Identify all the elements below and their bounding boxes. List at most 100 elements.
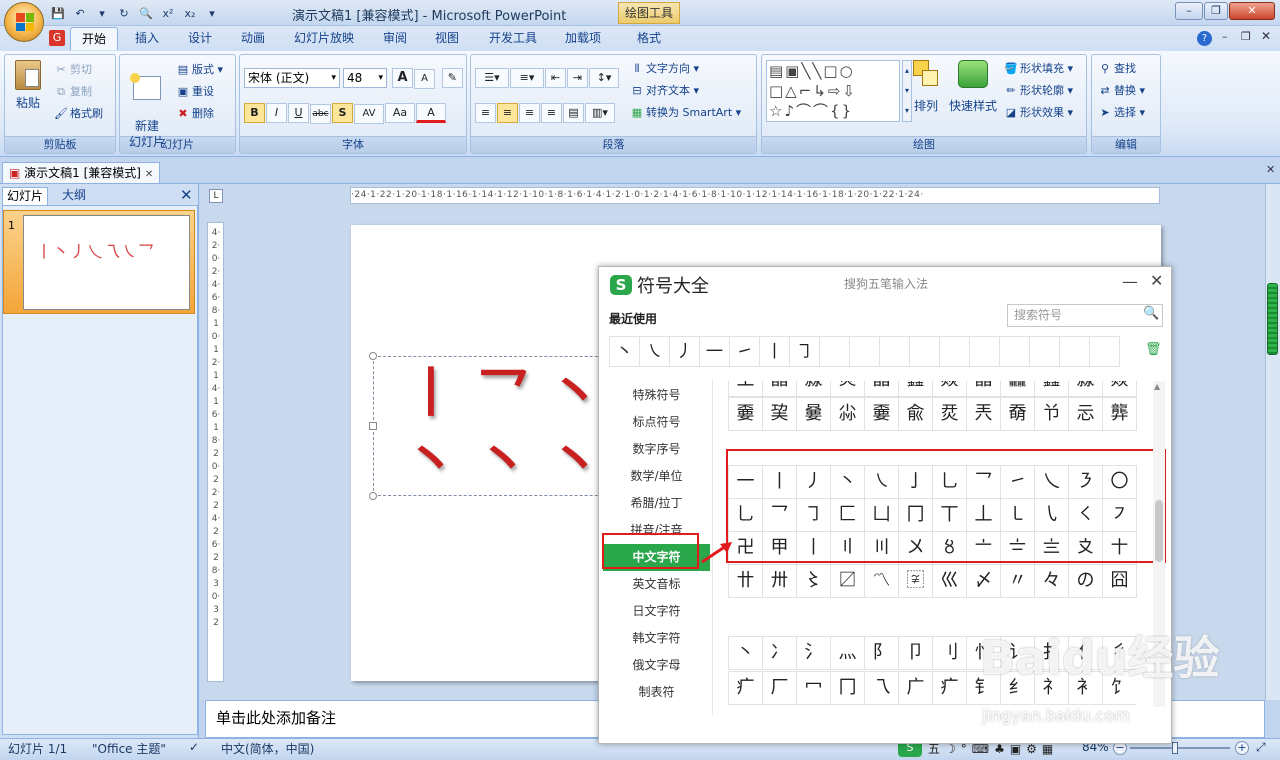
italic-button[interactable]: I [266, 103, 287, 123]
symbol-cell[interactable]: 〻 [796, 564, 831, 598]
trash-icon[interactable]: 🗑 [1145, 342, 1162, 357]
symbol-cell[interactable]: 焱 [1102, 381, 1137, 397]
change-case-button[interactable]: Aa [385, 103, 415, 123]
category-item[interactable]: 英文音标 [603, 571, 710, 598]
align-left-icon[interactable]: ≡ [475, 103, 496, 123]
ribbon-minimize-icon[interactable]: – [1222, 30, 1228, 43]
category-item[interactable]: 俄文字母 [603, 652, 710, 679]
quick-styles-button[interactable]: 快速样式 [947, 60, 999, 114]
symbol-cell[interactable]: 淼 [796, 381, 831, 397]
smartart-button[interactable]: ▦ 转换为 SmartArt ▾ [630, 104, 741, 120]
symbol-cell[interactable]: 焱 [932, 381, 967, 397]
symbol-scroll-thumb[interactable] [1155, 500, 1163, 562]
shapes-gallery[interactable]: ▤▣╲╲□○ □△⌐↳⇨⇩ ☆♪⌒⌒{} [766, 60, 900, 122]
recent-symbol[interactable] [849, 336, 880, 367]
symbol-cell[interactable]: 鑫 [898, 381, 933, 397]
recent-symbol[interactable] [879, 336, 910, 367]
save-icon[interactable]: 💾 [50, 7, 66, 20]
symbol-cell[interactable]: 〃 [1000, 564, 1035, 598]
recent-symbol[interactable] [999, 336, 1030, 367]
close-icon[interactable]: ✕ [145, 169, 153, 180]
pane-close-icon[interactable]: ✕ [180, 186, 193, 204]
delete-slide-button[interactable]: ✖ 删除 [176, 105, 214, 121]
symbol-cell[interactable]: 烎 [932, 397, 967, 431]
category-item[interactable]: 特殊符号 [603, 382, 710, 409]
recent-symbol[interactable] [939, 336, 970, 367]
ribbon-restore-icon[interactable]: ❐ [1241, 30, 1251, 43]
bullets-icon[interactable]: ☰▾ [475, 68, 509, 88]
columns-icon[interactable]: ▥▾ [585, 103, 615, 123]
symbol-cell[interactable]: 炎 [830, 381, 865, 397]
status-language[interactable]: 中文(简体，中国) [221, 740, 314, 757]
increase-indent-icon[interactable]: ⇥ [567, 68, 588, 88]
spellcheck-icon[interactable]: ✓ [189, 740, 199, 754]
tab-addins[interactable]: 加载项 [554, 27, 612, 50]
symbol-cell[interactable]: 阝 [864, 636, 899, 670]
copy-button[interactable]: ⧉ 复制 [54, 83, 92, 99]
symbol-cell[interactable]: 〾 [898, 564, 933, 598]
recent-symbol[interactable] [909, 336, 940, 367]
doc-close-icon[interactable]: ✕ [1266, 163, 1275, 176]
symbol-cell[interactable]: 丶 [728, 636, 763, 670]
category-item[interactable]: 韩文字符 [603, 625, 710, 652]
scroll-thumb[interactable] [1267, 283, 1278, 355]
symbol-cell[interactable]: 卩 [898, 636, 933, 670]
cut-button[interactable]: ✂ 剪切 [54, 61, 92, 77]
tab-slides[interactable]: 幻灯片 [2, 187, 48, 205]
char-spacing-button[interactable]: AV [354, 104, 384, 124]
symbol-cell[interactable]: 〺 [762, 564, 797, 598]
font-size-select[interactable]: 48 ▾ [343, 68, 387, 88]
search-icon[interactable]: 🔍 [1143, 306, 1159, 321]
symbol-cell[interactable]: 晶 [864, 381, 899, 397]
tab-animation[interactable]: 动画 [230, 27, 276, 50]
ribbon-close-icon[interactable]: ✕ [1261, 29, 1271, 43]
align-right-icon[interactable]: ≡ [519, 103, 540, 123]
align-center-icon[interactable]: ≡ [497, 103, 518, 123]
replace-button[interactable]: ⇄ 替换 ▾ [1098, 82, 1145, 98]
zoom-in-icon[interactable]: + [1235, 741, 1249, 755]
symbol-cell[interactable]: 〹 [728, 564, 763, 598]
recent-symbol[interactable] [1059, 336, 1090, 367]
category-item[interactable]: 标点符号 [603, 409, 710, 436]
recent-symbol[interactable]: 一 [699, 336, 730, 367]
symbol-cell[interactable]: 巛 [932, 564, 967, 598]
decrease-indent-icon[interactable]: ⇤ [545, 68, 566, 88]
reset-button[interactable]: ▣ 重设 [176, 83, 214, 99]
zoom-slider-thumb[interactable] [1172, 742, 1178, 754]
tab-view[interactable]: 视图 [424, 27, 470, 50]
fit-to-window-icon[interactable]: ⤢ [1256, 740, 1266, 755]
dropdown-icon[interactable]: ▾ [94, 7, 110, 20]
underline-button[interactable]: U [288, 103, 309, 123]
tab-home[interactable]: 开始 [70, 27, 119, 50]
symbol-cell[interactable]: 冫 [762, 636, 797, 670]
symbol-cell[interactable]: 〼 [830, 564, 865, 598]
strikethrough-button[interactable]: abc [310, 104, 331, 124]
symbol-cell[interactable]: 奣 [1000, 397, 1035, 431]
font-color-button[interactable]: A [416, 103, 446, 123]
align-text-button[interactable]: ⊟ 对齐文本 ▾ [630, 82, 699, 98]
tab-format[interactable]: 格式 [626, 27, 672, 50]
find-button[interactable]: ⚲ 查找 [1098, 60, 1136, 76]
document-tab[interactable]: ▣ 演示文稿1 [兼容模式] ✕ [2, 162, 161, 183]
shrink-font-button[interactable]: A [414, 69, 435, 89]
tab-design[interactable]: 设计 [177, 27, 223, 50]
symbol-cell[interactable]: 淼 [1068, 381, 1103, 397]
symbol-cell[interactable]: 冖 [796, 670, 831, 705]
symbol-cell[interactable]: 龘 [1000, 381, 1035, 397]
symbol-cell[interactable]: 嫑 [864, 397, 899, 431]
recent-symbol[interactable]: 丿 [669, 336, 700, 367]
category-item[interactable]: 制表符 [603, 679, 710, 706]
symbol-cell[interactable]: 忈 [1068, 397, 1103, 431]
tab-stop-icon[interactable]: L [209, 189, 223, 203]
symbol-cell[interactable]: 〽 [864, 564, 899, 598]
symbol-cell[interactable]: 晶 [966, 381, 1001, 397]
category-item[interactable]: 日文字符 [603, 598, 710, 625]
symbol-cell[interactable]: 疒 [728, 670, 763, 705]
symbol-cell[interactable]: 广 [898, 670, 933, 705]
close-button[interactable]: ✕ [1229, 2, 1275, 20]
font-name-select[interactable]: 宋体 (正文) ▾ [244, 68, 340, 88]
shape-effects-button[interactable]: ◪ 形状效果 ▾ [1004, 104, 1073, 120]
minimize-icon[interactable]: — [1122, 272, 1138, 291]
text-direction-button[interactable]: ⫴ 文字方向 ▾ [630, 60, 699, 76]
category-item[interactable]: 数字序号 [603, 436, 710, 463]
